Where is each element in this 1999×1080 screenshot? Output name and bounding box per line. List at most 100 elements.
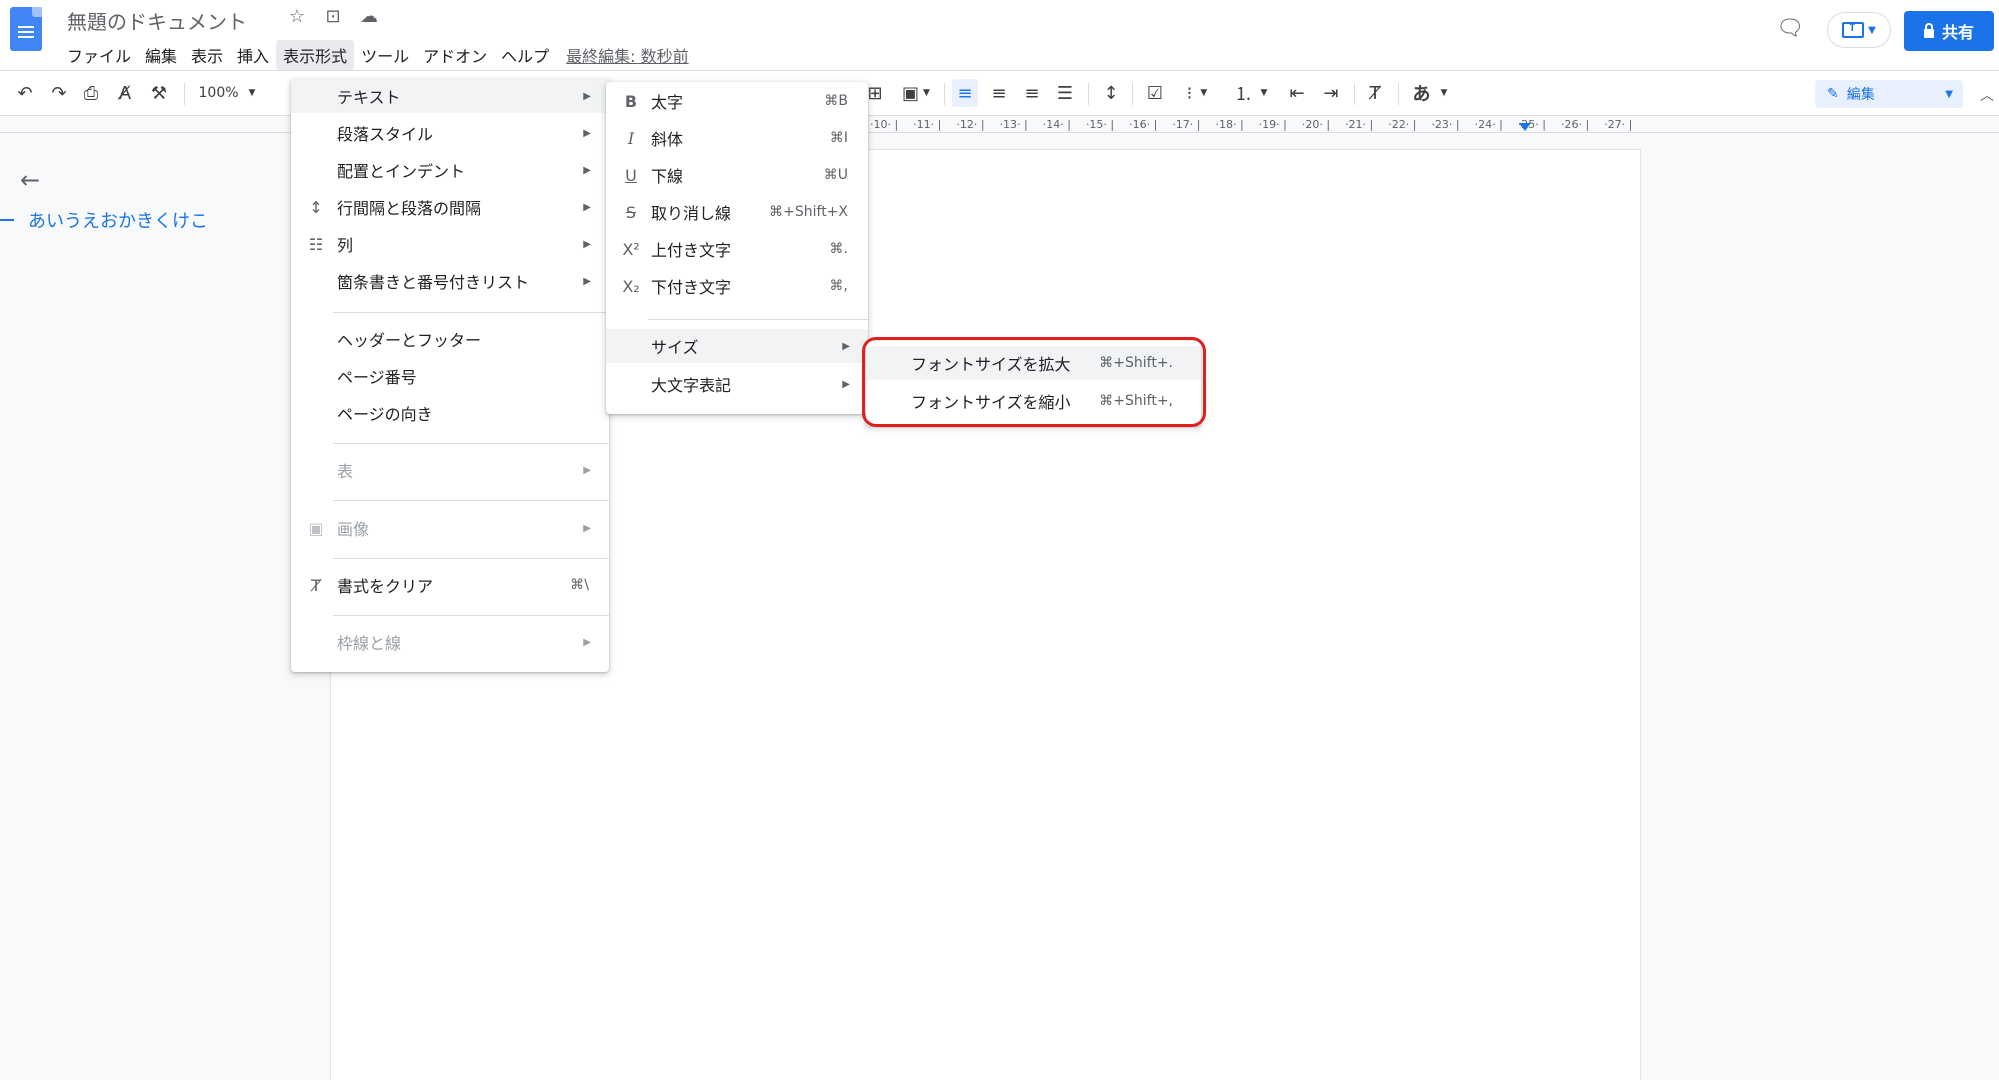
ruler-number: ·11· | [913, 118, 942, 131]
chevron-up-icon[interactable]: ︿ [1980, 85, 1994, 105]
comment-history-icon[interactable]: 🗨 [1776, 16, 1804, 42]
redo-icon[interactable]: ↷ [46, 79, 72, 107]
format-menu-item-align-indent[interactable]: 配置とインデント ▶ [291, 153, 609, 187]
decrease-indent-icon[interactable]: ⇤ [1284, 79, 1310, 107]
share-button[interactable]: 共有 [1904, 11, 1994, 51]
menu-item-shortcut: ⌘. [829, 241, 848, 257]
present-icon [1842, 20, 1865, 38]
menu-view[interactable]: 表示 [184, 40, 230, 70]
menu-item-label: 下付き文字 [651, 278, 732, 297]
increase-indent-icon[interactable]: ⇥ [1318, 79, 1344, 107]
format-menu-item-lists[interactable]: 箇条書きと番号付きリスト ▶ [291, 264, 609, 298]
lock-icon [1923, 22, 1934, 38]
format-menu-item-header-footer[interactable]: ヘッダーとフッター [291, 322, 609, 356]
format-menu-item-columns[interactable]: ☷ 列 ▶ [291, 227, 609, 261]
print-icon[interactable]: ⎙ [78, 79, 104, 107]
spellcheck-icon[interactable]: A̸ [112, 79, 138, 107]
text-menu-item-superscript[interactable]: X² 上付き文字 ⌘. [606, 232, 868, 266]
align-center-icon[interactable]: ≡ [986, 79, 1012, 107]
menu-item-label: 表 [337, 462, 354, 481]
docs-logo-icon[interactable] [10, 7, 42, 51]
menu-help[interactable]: ヘルプ [494, 40, 556, 70]
menu-item-label: 画像 [337, 520, 370, 539]
ruler-number: ·10· | [870, 118, 899, 131]
menu-item-label: 下線 [651, 167, 684, 186]
ruler-number: ·14· | [1042, 118, 1071, 131]
last-edit-link[interactable]: 最終編集: 数秒前 [566, 43, 688, 67]
submenu-arrow-icon: ▶ [583, 164, 591, 176]
text-menu-item-size[interactable]: サイズ ▶ [606, 329, 868, 363]
cloud-status-icon[interactable]: ☁ [358, 6, 380, 27]
chevron-down-icon: ▼ [1440, 88, 1448, 98]
menu-item-label: ヘッダーとフッター [337, 331, 482, 350]
undo-icon[interactable]: ↶ [12, 79, 38, 107]
menu-item-label: 取り消し線 [651, 204, 732, 223]
paint-format-icon[interactable]: ⚒ [146, 79, 172, 107]
format-menu-item-paragraph-styles[interactable]: 段落スタイル ▶ [291, 116, 609, 150]
align-justify-icon[interactable]: ☰ [1052, 79, 1078, 107]
menu-addons[interactable]: アドオン [416, 40, 494, 70]
document-title[interactable]: 無題のドキュメント [67, 6, 247, 35]
menu-item-label: 太字 [651, 93, 684, 112]
star-icon[interactable]: ☆ [286, 6, 308, 27]
text-menu-item-bold[interactable]: B 太字 ⌘B [606, 84, 868, 118]
format-menu-item-clear-formatting[interactable]: Ⱦ 書式をクリア ⌘\ [291, 568, 609, 602]
ruler-number: ·27· | [1604, 118, 1633, 131]
ruler-number: ·13· | [999, 118, 1028, 131]
format-menu-item-table: 表 ▶ [291, 453, 609, 487]
menu-item-label: 列 [337, 236, 354, 255]
menu-item-label: 斜体 [651, 130, 684, 149]
outline-heading[interactable]: あいうえおかきくけこ [0, 207, 208, 233]
menu-divider [333, 312, 609, 313]
menu-divider [333, 500, 609, 501]
menu-item-shortcut: ⌘I [829, 130, 848, 146]
format-menu-item-line-spacing[interactable]: ↕ 行間隔と段落の間隔 ▶ [291, 190, 609, 224]
menu-divider [333, 615, 609, 616]
chevron-down-icon: ▼ [1945, 88, 1953, 100]
back-arrow-icon[interactable]: ← [20, 166, 40, 194]
input-tools-button[interactable]: あ ▼ [1406, 79, 1454, 107]
editing-mode-select[interactable]: ✎ 編集 ▼ [1815, 80, 1963, 108]
text-menu-item-underline[interactable]: U 下線 ⌘U [606, 158, 868, 192]
ruler-number: ·19· | [1258, 118, 1287, 131]
submenu-arrow-icon: ▶ [583, 90, 591, 102]
ruler-number: ·12· | [956, 118, 985, 131]
format-menu-item-orientation[interactable]: ページの向き [291, 396, 609, 430]
highlight-annotation [862, 337, 1206, 427]
chevron-down-icon: ▼ [1868, 24, 1876, 36]
ruler-number: ·26· | [1561, 118, 1590, 131]
move-to-folder-icon[interactable]: ⊡ [322, 6, 344, 27]
text-menu-item-italic[interactable]: I 斜体 ⌘I [606, 121, 868, 155]
superscript-icon: X² [622, 239, 640, 259]
insert-image-icon[interactable]: ▣ ▼ [898, 79, 934, 107]
image-icon: ▣ [308, 518, 324, 538]
format-menu-item-image: ▣ 画像 ▶ [291, 511, 609, 545]
menu-edit[interactable]: 編集 [138, 40, 184, 70]
ruler-number: ·24· | [1474, 118, 1503, 131]
zoom-value: 100% [198, 85, 239, 101]
bulleted-list-icon[interactable]: ⁝ ▼ [1176, 79, 1218, 107]
present-button[interactable]: ▼ [1827, 12, 1891, 48]
checklist-icon[interactable]: ☑ [1142, 79, 1168, 107]
clear-formatting-icon[interactable]: Ⱦ [1362, 79, 1388, 107]
numbered-list-icon[interactable]: ⒈ ▼ [1228, 79, 1274, 107]
italic-icon: I [627, 128, 635, 148]
input-tools-label: あ [1412, 84, 1431, 105]
format-menu-item-text[interactable]: テキスト ▶ [291, 79, 609, 113]
menu-insert[interactable]: 挿入 [230, 40, 276, 70]
align-left-icon[interactable]: ≡ [952, 79, 978, 107]
text-menu-item-capitalization[interactable]: 大文字表記 ▶ [606, 367, 868, 401]
menu-item-label: 配置とインデント [337, 162, 466, 181]
right-indent-marker[interactable] [1519, 123, 1531, 131]
menu-format[interactable]: 表示形式 [276, 40, 355, 70]
menu-tools[interactable]: ツール [354, 40, 416, 70]
zoom-select[interactable]: 100% ▼ [194, 79, 260, 107]
text-menu-item-subscript[interactable]: X₂ 下付き文字 ⌘, [606, 269, 868, 303]
line-spacing-icon[interactable]: ↕ [1098, 79, 1124, 107]
menu-item-label: 段落スタイル [337, 125, 434, 144]
format-menu-item-page-numbers[interactable]: ページ番号 [291, 359, 609, 393]
align-right-icon[interactable]: ≡ [1019, 79, 1045, 107]
text-menu-item-strikethrough[interactable]: S 取り消し線 ⌘+Shift+X [606, 195, 868, 229]
menu-file[interactable]: ファイル [60, 40, 138, 70]
chevron-down-icon: ▼ [248, 88, 256, 98]
